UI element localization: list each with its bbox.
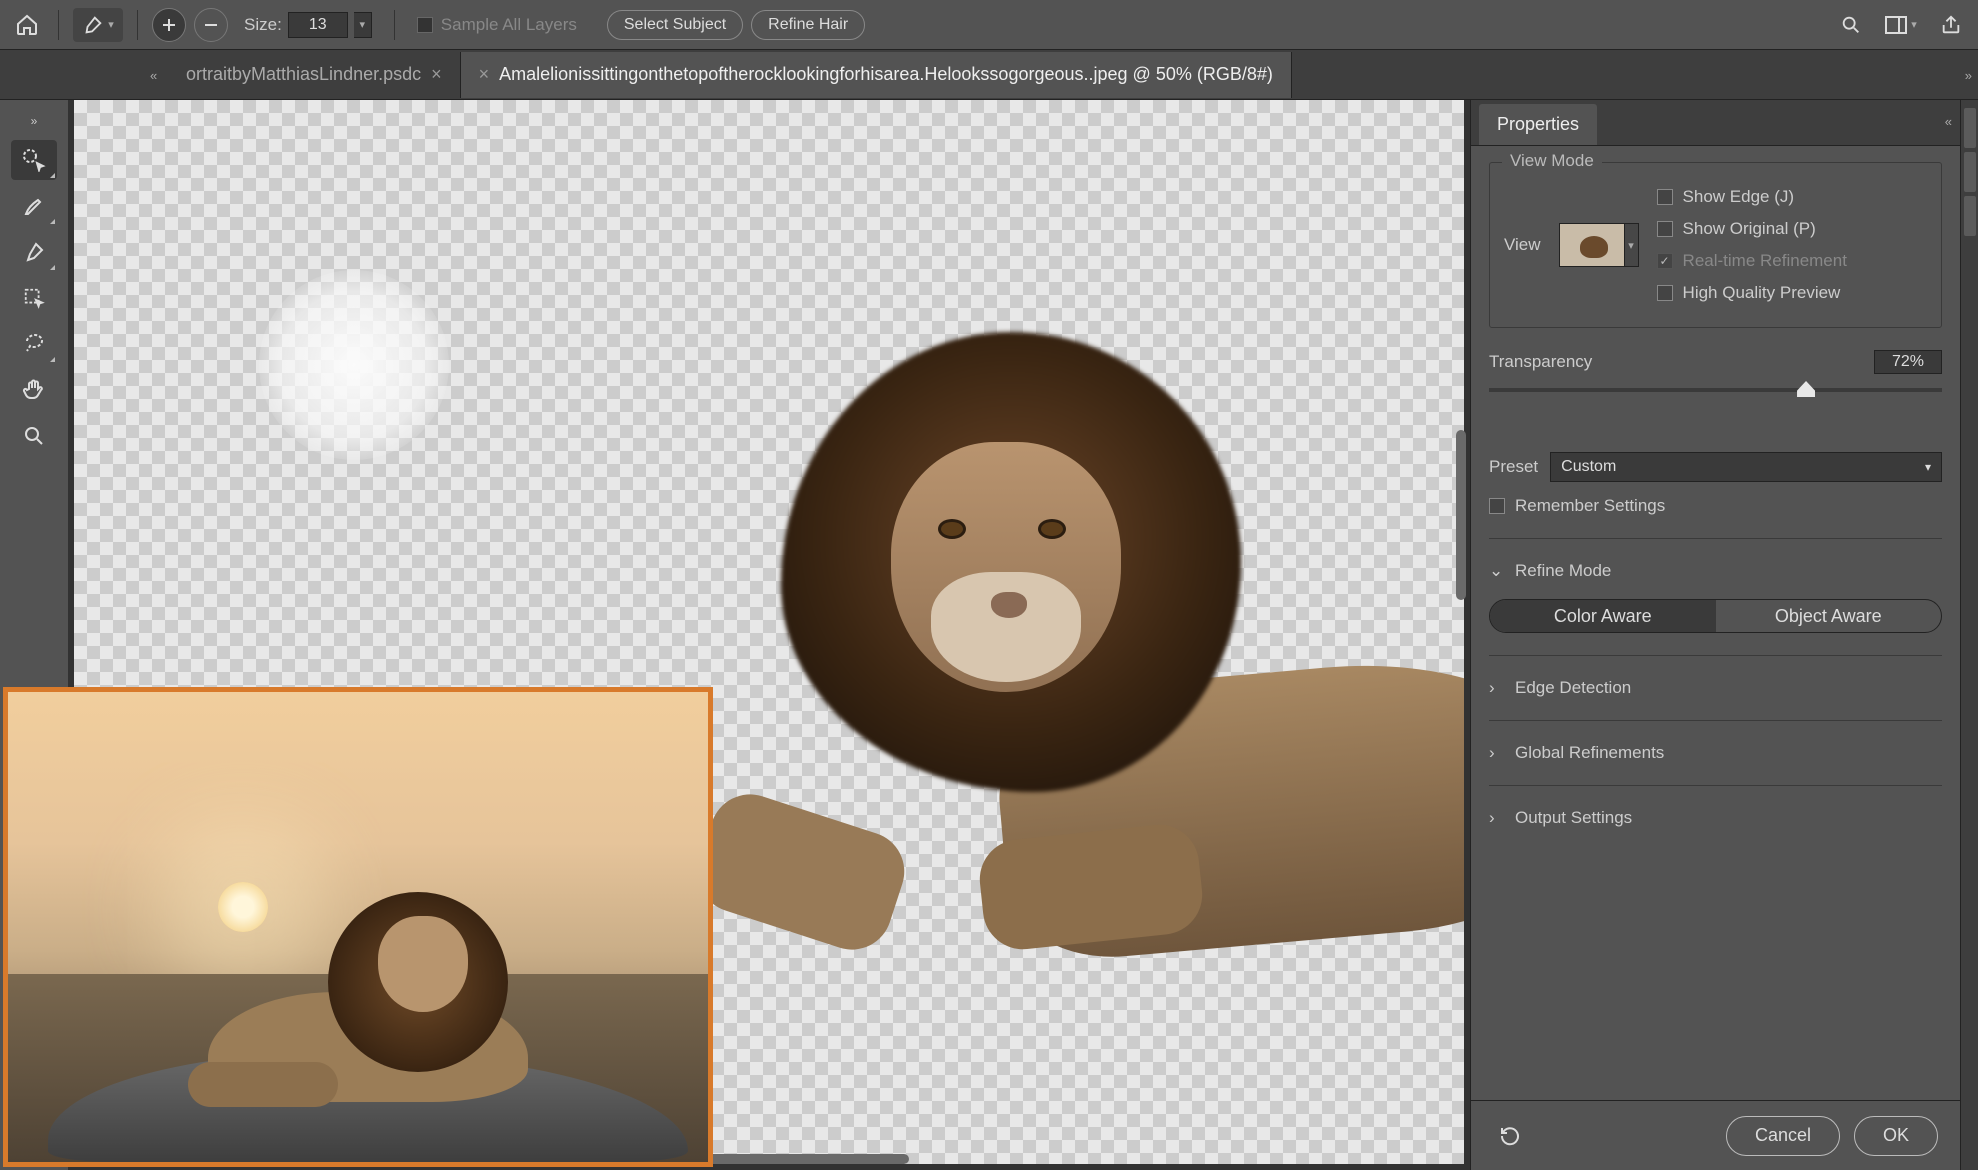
- refine-mode-section: ⌄ Refine Mode Color Aware Object Aware: [1489, 538, 1942, 655]
- panel-tab-bar: Properties «: [1471, 100, 1960, 146]
- transparency-value[interactable]: 72%: [1874, 350, 1942, 374]
- tabs-scroll-right-icon[interactable]: »: [1965, 68, 1972, 83]
- view-label: View: [1504, 235, 1541, 255]
- brush-preset-picker[interactable]: ▾: [73, 8, 123, 42]
- add-to-selection-button[interactable]: [152, 8, 186, 42]
- tab-label: Amalelionissittingonthetopoftherocklooki…: [499, 64, 1273, 85]
- vertical-scrollbar[interactable]: [1456, 430, 1466, 600]
- show-edge-checkbox[interactable]: Show Edge (J): [1657, 187, 1847, 207]
- realtime-refinement-checkbox: Real-time Refinement: [1657, 251, 1847, 271]
- global-refinements-section: › Global Refinements: [1489, 720, 1942, 785]
- separator: [137, 10, 138, 40]
- edge-detection-section: › Edge Detection: [1489, 655, 1942, 720]
- search-icon[interactable]: [1834, 8, 1868, 42]
- sample-all-layers-label: Sample All Layers: [441, 15, 577, 35]
- reset-button[interactable]: [1493, 1119, 1527, 1153]
- workspace-switcher[interactable]: ▾: [1876, 8, 1926, 42]
- tabs-scroll-left-icon[interactable]: «: [150, 68, 157, 83]
- home-button[interactable]: [10, 8, 44, 42]
- properties-tab[interactable]: Properties: [1479, 104, 1597, 145]
- hand-tool[interactable]: [11, 370, 57, 410]
- edge-detection-header[interactable]: › Edge Detection: [1489, 678, 1942, 698]
- close-tab-icon[interactable]: ×: [479, 64, 490, 85]
- checkbox-icon: [417, 17, 433, 33]
- close-tab-icon[interactable]: ×: [431, 64, 442, 85]
- view-thumbnail: [1559, 223, 1625, 267]
- document-tab-active[interactable]: × Amalelionissittingonthetopoftherockloo…: [461, 52, 1292, 98]
- original-image-inset: [3, 687, 713, 1167]
- preset-label: Preset: [1489, 457, 1538, 477]
- panel-collapse-icon[interactable]: «: [1945, 114, 1952, 129]
- view-mode-legend: View Mode: [1502, 151, 1602, 171]
- preset-row: Preset Custom ▾: [1489, 452, 1942, 482]
- collapsed-panel-handle[interactable]: [1964, 196, 1976, 236]
- share-button[interactable]: [1934, 8, 1968, 42]
- collapse-tools-icon[interactable]: »: [25, 108, 44, 134]
- transparency-slider[interactable]: [1489, 388, 1942, 392]
- brush-size-control: Size: ▾: [244, 12, 372, 38]
- brush-size-dropdown[interactable]: ▾: [354, 12, 372, 38]
- document-tab-bar: « ortraitbyMatthiasLindner.psdc × × Amal…: [0, 50, 1978, 100]
- panel-body: View Mode View ▾ Show Edge (J) Show Orig…: [1471, 146, 1960, 1100]
- chevron-right-icon: ›: [1489, 743, 1503, 763]
- output-settings-section: › Output Settings: [1489, 785, 1942, 850]
- brush-cursor-preview: [259, 270, 449, 460]
- sun-glow: [218, 882, 268, 932]
- separator: [58, 10, 59, 40]
- lion-face: [378, 916, 468, 1012]
- view-mode-dropdown[interactable]: ▾: [1625, 223, 1639, 267]
- separator: [394, 10, 395, 40]
- lion-leg: [188, 1062, 338, 1107]
- refine-mode-toggle: Color Aware Object Aware: [1489, 599, 1942, 633]
- chevron-right-icon: ›: [1489, 808, 1503, 828]
- transparency-label: Transparency: [1489, 352, 1592, 372]
- brush-size-input[interactable]: [288, 12, 348, 38]
- canvas-image-subject: [741, 292, 1464, 1042]
- view-mode-group: View Mode View ▾ Show Edge (J) Show Orig…: [1489, 162, 1942, 328]
- collapsed-panel-strip[interactable]: [1960, 100, 1978, 1170]
- collapsed-panel-handle[interactable]: [1964, 108, 1976, 148]
- refine-hair-button[interactable]: Refine Hair: [751, 10, 865, 40]
- slider-knob-icon[interactable]: [1797, 381, 1815, 397]
- panel-footer: Cancel OK: [1471, 1100, 1960, 1170]
- remember-settings-checkbox[interactable]: Remember Settings: [1489, 496, 1942, 516]
- right-panel-container: Properties « View Mode View ▾ Show Edge …: [1470, 100, 1978, 1170]
- object-aware-button[interactable]: Object Aware: [1716, 600, 1942, 632]
- transparency-row: Transparency 72%: [1489, 350, 1942, 374]
- zoom-tool[interactable]: [11, 416, 57, 456]
- high-quality-preview-checkbox[interactable]: High Quality Preview: [1657, 283, 1847, 303]
- output-settings-header[interactable]: › Output Settings: [1489, 808, 1942, 828]
- refine-mode-header[interactable]: ⌄ Refine Mode: [1489, 561, 1942, 581]
- collapsed-panel-handle[interactable]: [1964, 152, 1976, 192]
- ok-button[interactable]: OK: [1854, 1116, 1938, 1156]
- chevron-down-icon: ⌄: [1489, 561, 1503, 581]
- chevron-down-icon: ▾: [1925, 460, 1931, 474]
- cancel-button[interactable]: Cancel: [1726, 1116, 1840, 1156]
- options-bar: ▾ Size: ▾ Sample All Layers Select Subje…: [0, 0, 1978, 50]
- subtract-from-selection-button[interactable]: [194, 8, 228, 42]
- chevron-right-icon: ›: [1489, 678, 1503, 698]
- object-selection-tool[interactable]: [11, 278, 57, 318]
- select-subject-button[interactable]: Select Subject: [607, 10, 743, 40]
- show-original-checkbox[interactable]: Show Original (P): [1657, 219, 1847, 239]
- tab-label: ortraitbyMatthiasLindner.psdc: [186, 64, 421, 85]
- document-tab-inactive[interactable]: ortraitbyMatthiasLindner.psdc ×: [168, 52, 461, 98]
- color-aware-button[interactable]: Color Aware: [1490, 600, 1716, 632]
- sample-all-layers-checkbox[interactable]: Sample All Layers: [417, 15, 577, 35]
- global-refinements-header[interactable]: › Global Refinements: [1489, 743, 1942, 763]
- preset-select[interactable]: Custom ▾: [1550, 452, 1942, 482]
- properties-panel: Properties « View Mode View ▾ Show Edge …: [1470, 100, 1960, 1170]
- size-label: Size:: [244, 15, 282, 35]
